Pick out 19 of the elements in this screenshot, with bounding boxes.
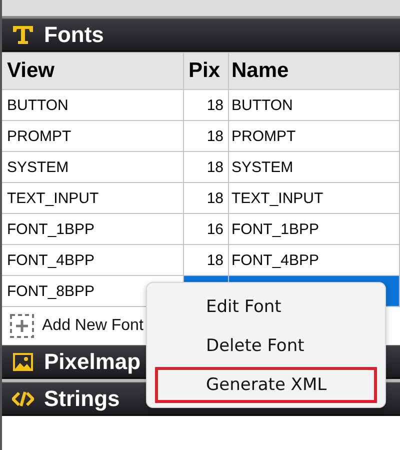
table-cell: 18 <box>183 182 228 214</box>
table-cell: TEXT_INPUT <box>2 182 183 214</box>
table-cell: BUTTON <box>228 90 400 120</box>
table-cell: PROMPT <box>2 120 183 152</box>
panel-title: Strings <box>44 386 120 412</box>
table-cell: SYSTEM <box>228 152 400 182</box>
table-cell: 18 <box>183 90 228 120</box>
table-cell: 16 <box>183 214 228 244</box>
panel-title: Pixelmap <box>44 348 141 374</box>
table-cell: FONT_4BPP <box>2 244 183 276</box>
panel-title: Fonts <box>44 22 104 48</box>
table-cell: 18 <box>183 152 228 182</box>
table-cell: SYSTEM <box>2 152 183 182</box>
table-cell: BUTTON <box>2 90 183 120</box>
table-cell: FONT_1BPP <box>228 214 400 244</box>
table-cell: FONT_1BPP <box>2 214 183 244</box>
table-cell: TEXT_INPUT <box>228 182 400 214</box>
table-cell: PROMPT <box>228 120 400 152</box>
table-cell: 18 <box>183 120 228 152</box>
